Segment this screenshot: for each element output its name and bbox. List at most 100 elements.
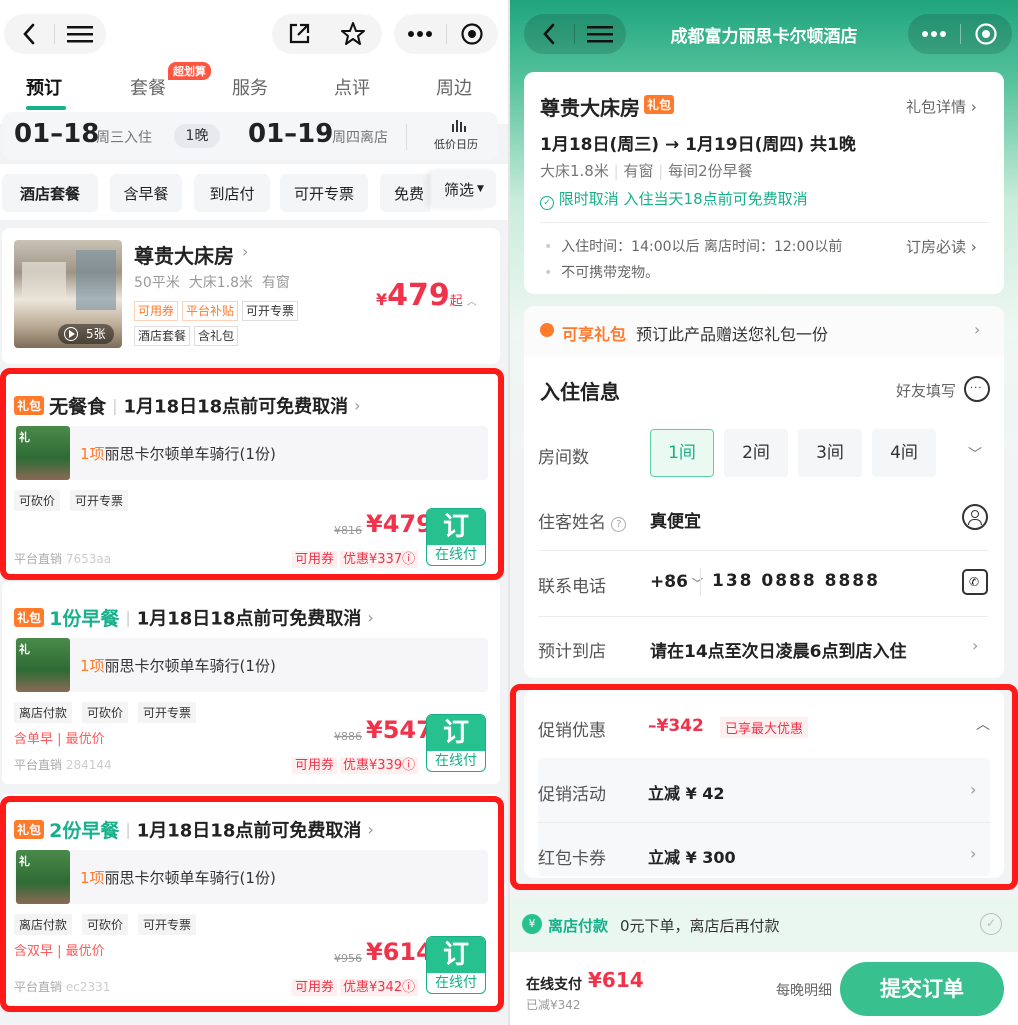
room-option-4[interactable]: 4间 (872, 429, 936, 477)
filter-breakfast[interactable]: 含早餐 (110, 174, 182, 212)
package-card[interactable]: 礼包 1份早餐 | 1月18日18点前可免费取消 › 礼 1项丽思卡尔顿单车骑行(1份) 离… (2, 582, 500, 784)
more-icon[interactable] (908, 30, 960, 38)
checkin-heading: 入住信息 (540, 380, 620, 404)
filter-pay-at-hotel[interactable]: 到店付 (194, 174, 270, 212)
tab-service[interactable]: 服务 (220, 74, 280, 100)
promo-amount: –¥342 (648, 716, 704, 736)
back-icon[interactable] (4, 14, 54, 54)
gift-banner[interactable]: 可享礼包 预订此产品赠送您礼包一份 › (524, 306, 1004, 358)
room-option-2[interactable]: 2间 (724, 429, 788, 477)
calendar-icon (450, 116, 468, 138)
book-button[interactable]: 订在线付 (426, 936, 486, 994)
gift-description: 1项丽思卡尔顿单车骑行(1份) (80, 443, 276, 464)
country-code-select[interactable]: +86 ﹀ (650, 572, 703, 592)
friend-fill-label[interactable]: 好友填写 (896, 380, 956, 401)
share-icon[interactable] (272, 14, 326, 54)
guest-name-input[interactable]: 真便宜 (650, 507, 701, 532)
help-icon[interactable]: ? (611, 517, 627, 532)
coupon-value[interactable]: 立减 ¥ 300 (648, 844, 736, 868)
total-price: ¥614 (588, 968, 644, 992)
package-header: 礼包 1份早餐 | 1月18日18点前可免费取消 › (14, 604, 374, 631)
chevron-down-icon[interactable]: ﹀ (968, 444, 982, 464)
original-price: ¥816 (334, 524, 362, 537)
discount-info[interactable]: 可用券 优惠¥342ⓘ (292, 976, 419, 996)
tab-nearby[interactable]: 周边 (424, 74, 484, 100)
package-tag: 离店付款 (14, 702, 73, 723)
arrival-select[interactable]: 请在14点至次日凌晨6点到店入住 (650, 637, 907, 662)
pay-online-label: 在线付 (435, 753, 477, 769)
promo-activity-value[interactable]: 立减 ¥ 42 (648, 780, 725, 804)
must-read-link[interactable]: 订房必读 › (906, 236, 977, 257)
nightly-detail-link[interactable]: 每晚明细 (776, 980, 832, 1000)
checkin-times: • 入住时间：14:00以后 离店时间：12:00以前 (544, 239, 843, 255)
gift-tag: 礼包 (14, 820, 45, 839)
phone-input[interactable]: 138 0888 8888 (712, 571, 880, 591)
discount-amount: 优惠¥339ⓘ (340, 757, 419, 774)
pet-policy-text: 不可携带宠物。 (561, 265, 660, 281)
room-specs: 50平米 大床1.8米 有窗 (134, 272, 290, 292)
filter-dropdown[interactable]: 筛选 ▼ (432, 170, 496, 208)
book-button[interactable]: 订在线付 (426, 714, 486, 772)
saved-amount: 已减¥342 (526, 998, 581, 1012)
date-selector[interactable]: 01–18 周三入住 1晚 01–19 周四离店 低价日历 (2, 112, 498, 160)
room-option-3[interactable]: 3间 (798, 429, 862, 477)
book-button[interactable]: 订在线付 (426, 508, 486, 566)
product-code: ec2331 (65, 980, 111, 994)
gift-row[interactable]: 礼 1项丽思卡尔顿单车骑行(1份) (14, 850, 488, 904)
gift-row[interactable]: 礼 1项丽思卡尔顿单车骑行(1份) (14, 638, 488, 692)
gift-row[interactable]: 礼 1项丽思卡尔顿单车骑行(1份) (14, 426, 488, 480)
package-tag: 离店付款 (14, 914, 73, 935)
chevron-up-icon[interactable]: ︿ (467, 297, 477, 308)
contact-icon[interactable] (962, 504, 988, 530)
check-circle-icon[interactable]: ✓ (980, 913, 1002, 935)
gift-detail-link[interactable]: 礼包详情 › (906, 96, 977, 117)
feature-breakfast: 每间2份早餐 (668, 162, 753, 180)
phone-book-icon[interactable]: ✆ (962, 569, 988, 595)
filter-hotel-package[interactable]: 酒店套餐 (2, 174, 98, 212)
package-tag: 可开专票 (70, 490, 129, 511)
package-card[interactable]: 礼包 无餐食 | 1月18日18点前可免费取消 › 礼 1项丽思卡尔顿单车骑行(1份) 可砍… (2, 370, 500, 578)
star-icon[interactable] (326, 14, 380, 54)
filter-free[interactable]: 免费 (380, 174, 430, 212)
filter-invoice[interactable]: 可开专票 (280, 174, 368, 212)
discount-amount: 优惠¥337ⓘ (340, 551, 419, 568)
chevron-up-icon[interactable]: ︿ (976, 714, 990, 734)
pay-online-label: 在线付 (435, 975, 477, 991)
platform-label: 平台直销 7653aa (14, 550, 111, 567)
close-target-icon[interactable] (446, 14, 498, 54)
pay-later-text: 0元下单，离店后再付款 (620, 917, 780, 935)
package-price: ¥614 (366, 938, 433, 966)
room-card[interactable]: 5张 尊贵大床房 › 50平米 大床1.8米 有窗 可用券 平台补贴 可开专票 酒店… (2, 228, 500, 364)
tag-package: 酒店套餐 (134, 326, 191, 346)
package-header: 礼包 2份早餐 | 1月18日18点前可免费取消 › (14, 816, 374, 843)
tab-reviews[interactable]: 点评 (322, 74, 382, 100)
chat-icon[interactable]: ··· (964, 376, 990, 402)
room-features: 大床1.8米 | 有窗 | 每间2份早餐 (540, 162, 753, 180)
close-target-icon[interactable] (960, 22, 1012, 46)
left-panel: 预订 套餐 服务 点评 周边 超划算 01–18 周三入住 1晚 01–19 周… (0, 0, 508, 1025)
room-option-1[interactable]: 1间 (650, 429, 714, 477)
package-card[interactable]: 礼包 2份早餐 | 1月18日18点前可免费取消 › 礼 1项丽思卡尔顿单车骑行(1份) 离… (2, 794, 500, 1006)
room-photo[interactable]: 5张 (14, 240, 122, 348)
book-button-label: 订 (427, 715, 485, 751)
cancel-policy-text: 限时取消 入住当天18点前可免费取消 (558, 190, 808, 208)
discount-info[interactable]: 可用券 优惠¥339ⓘ (292, 754, 419, 774)
gift-banner-text: 预订此产品赠送您礼包一份 (636, 325, 829, 344)
package-tag: 可开专票 (138, 702, 197, 723)
room-summary-card: 尊贵大床房 礼包 礼包详情 › 1月18日(周三) → 1月19日(周四) 共1… (524, 72, 1004, 294)
chevron-right-icon: › (970, 844, 977, 863)
submit-order-button[interactable]: 提交订单 (840, 962, 1004, 1016)
must-read-label: 订房必读 (906, 238, 967, 256)
cancel-policy: 1月18日18点前可免费取消 (123, 396, 349, 418)
phone-label: 联系电话 (538, 577, 606, 597)
pay-later-bar[interactable]: ¥ 离店付款 0元下单，离店后再付款 ✓ (510, 898, 1018, 952)
filter-bar: 酒店套餐 含早餐 到店付 可开专票 免费 筛选 ▼ (0, 164, 508, 220)
discount-info[interactable]: 可用券 优惠¥337ⓘ (292, 548, 419, 568)
calendar-label[interactable]: 低价日历 (434, 136, 478, 152)
tab-booking[interactable]: 预订 (14, 74, 74, 100)
more-icon[interactable] (394, 14, 446, 54)
discount-amount: 优惠¥342ⓘ (340, 979, 419, 996)
stay-dates: 1月18日(周三) → 1月19日(周四) 共1晚 (540, 135, 856, 155)
check-circle-icon: ✓ (540, 196, 554, 210)
menu-icon[interactable] (55, 14, 105, 54)
